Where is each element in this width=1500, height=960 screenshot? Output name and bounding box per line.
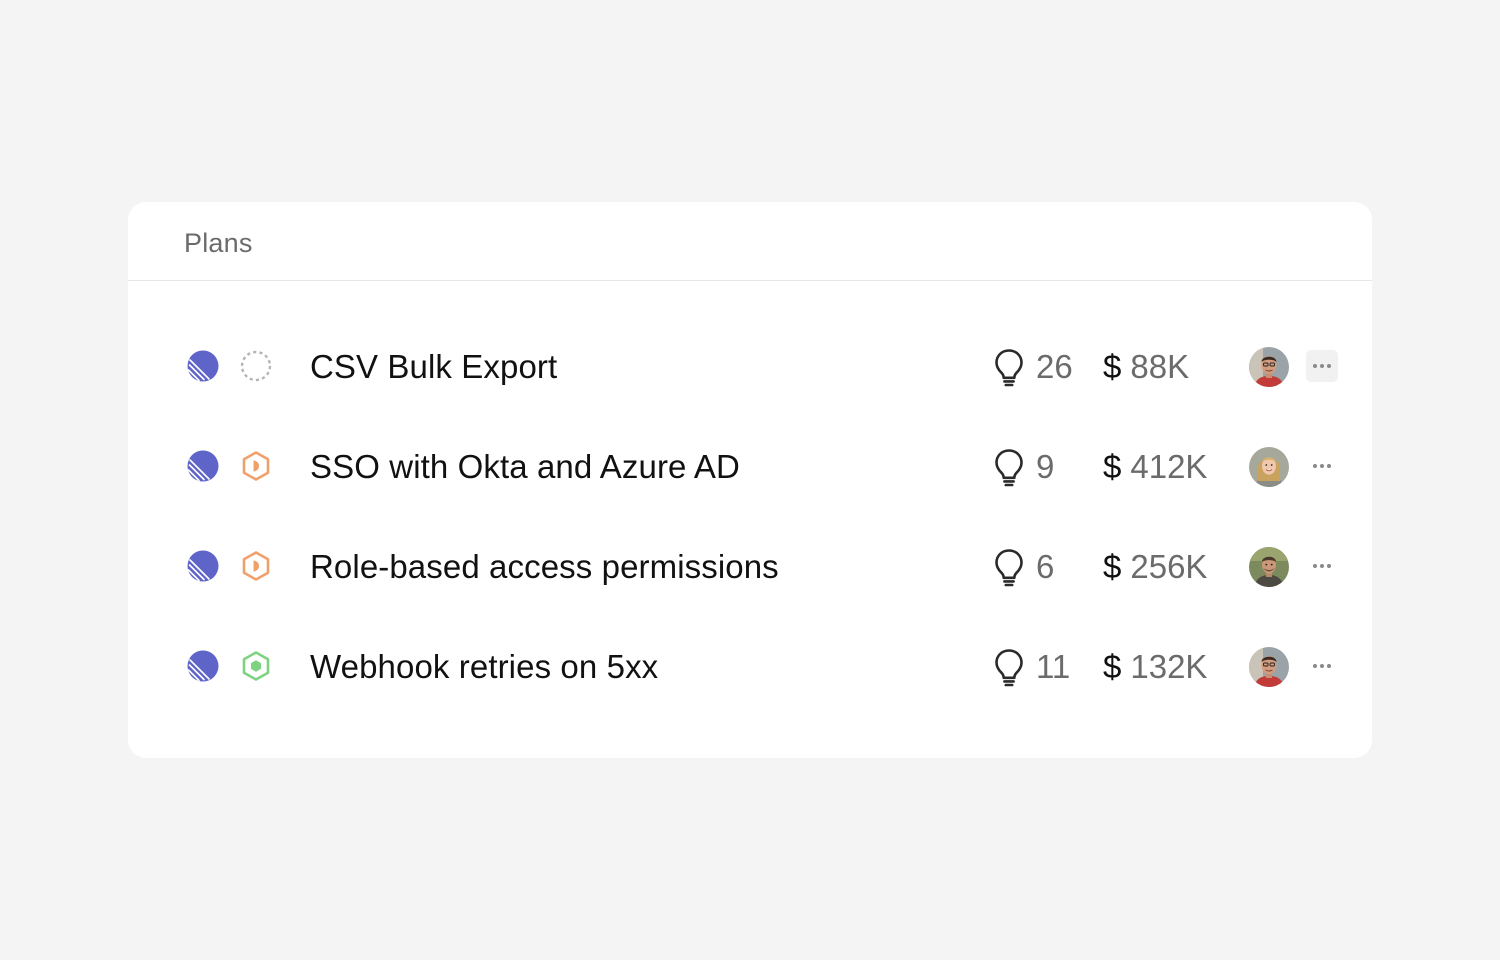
team-icon[interactable] [187,650,219,682]
currency-symbol: $ [1103,648,1122,685]
revenue: $88K [1103,348,1189,386]
panel-title[interactable]: Plans [184,228,253,259]
ideas-count: 26 [1036,348,1073,385]
hexagon-dot-icon[interactable] [240,650,272,682]
avatar[interactable] [1249,547,1289,587]
revenue: $132K [1103,648,1207,686]
plan-title[interactable]: Webhook retries on 5xx [310,648,658,686]
plan-title[interactable]: SSO with Okta and Azure AD [310,448,740,486]
ideas-count-group: 9 [992,447,1054,487]
more-icon [1313,464,1317,468]
more-icon [1313,364,1317,368]
plan-title[interactable]: CSV Bulk Export [310,348,557,386]
lightbulb-icon [992,347,1026,387]
currency-symbol: $ [1103,548,1122,585]
more-icon [1313,564,1317,568]
currency-symbol: $ [1103,348,1122,385]
ideas-count-group: 26 [992,347,1073,387]
hexagon-play-icon[interactable] [240,550,272,582]
dashed-circle-icon[interactable] [240,350,272,382]
revenue: $412K [1103,448,1207,486]
list-item[interactable]: SSO with Okta and Azure AD 9 $412K [128,416,1372,516]
lightbulb-icon [992,447,1026,487]
avatar[interactable] [1249,447,1289,487]
list-item[interactable]: CSV Bulk Export 26 $88K [128,316,1372,416]
revenue-amount: 256K [1130,548,1208,585]
more-options-button[interactable] [1306,650,1338,682]
revenue: $256K [1103,548,1207,586]
avatar[interactable] [1249,647,1289,687]
ideas-count: 11 [1036,648,1071,685]
plan-title[interactable]: Role-based access permissions [310,548,779,586]
list-item[interactable]: Role-based access permissions 6 $256K [128,516,1372,616]
plans-panel: Plans CSV Bulk Export 26 $ 88K SSO with … [128,202,1372,758]
hexagon-play-icon[interactable] [240,450,272,482]
avatar[interactable] [1249,347,1289,387]
team-icon[interactable] [187,450,219,482]
lightbulb-icon [992,547,1026,587]
ideas-count: 9 [1036,448,1055,485]
currency-symbol: $ [1103,448,1122,485]
more-options-button[interactable] [1306,550,1338,582]
ideas-count-group: 11 [992,647,1070,687]
lightbulb-icon [992,647,1026,687]
panel-header: Plans [128,202,1372,281]
more-icon [1313,664,1317,668]
plans-list: CSV Bulk Export 26 $88K SSO with Okta an… [128,316,1372,716]
revenue-amount: 132K [1130,648,1208,685]
ideas-count: 6 [1036,548,1055,585]
revenue-amount: 412K [1130,448,1208,485]
team-icon[interactable] [187,550,219,582]
more-options-button[interactable] [1306,350,1338,382]
more-options-button[interactable] [1306,450,1338,482]
ideas-count-group: 6 [992,547,1054,587]
team-icon[interactable] [187,350,219,382]
revenue-amount: 88K [1130,348,1190,385]
list-item[interactable]: Webhook retries on 5xx 11 $132K [128,616,1372,716]
